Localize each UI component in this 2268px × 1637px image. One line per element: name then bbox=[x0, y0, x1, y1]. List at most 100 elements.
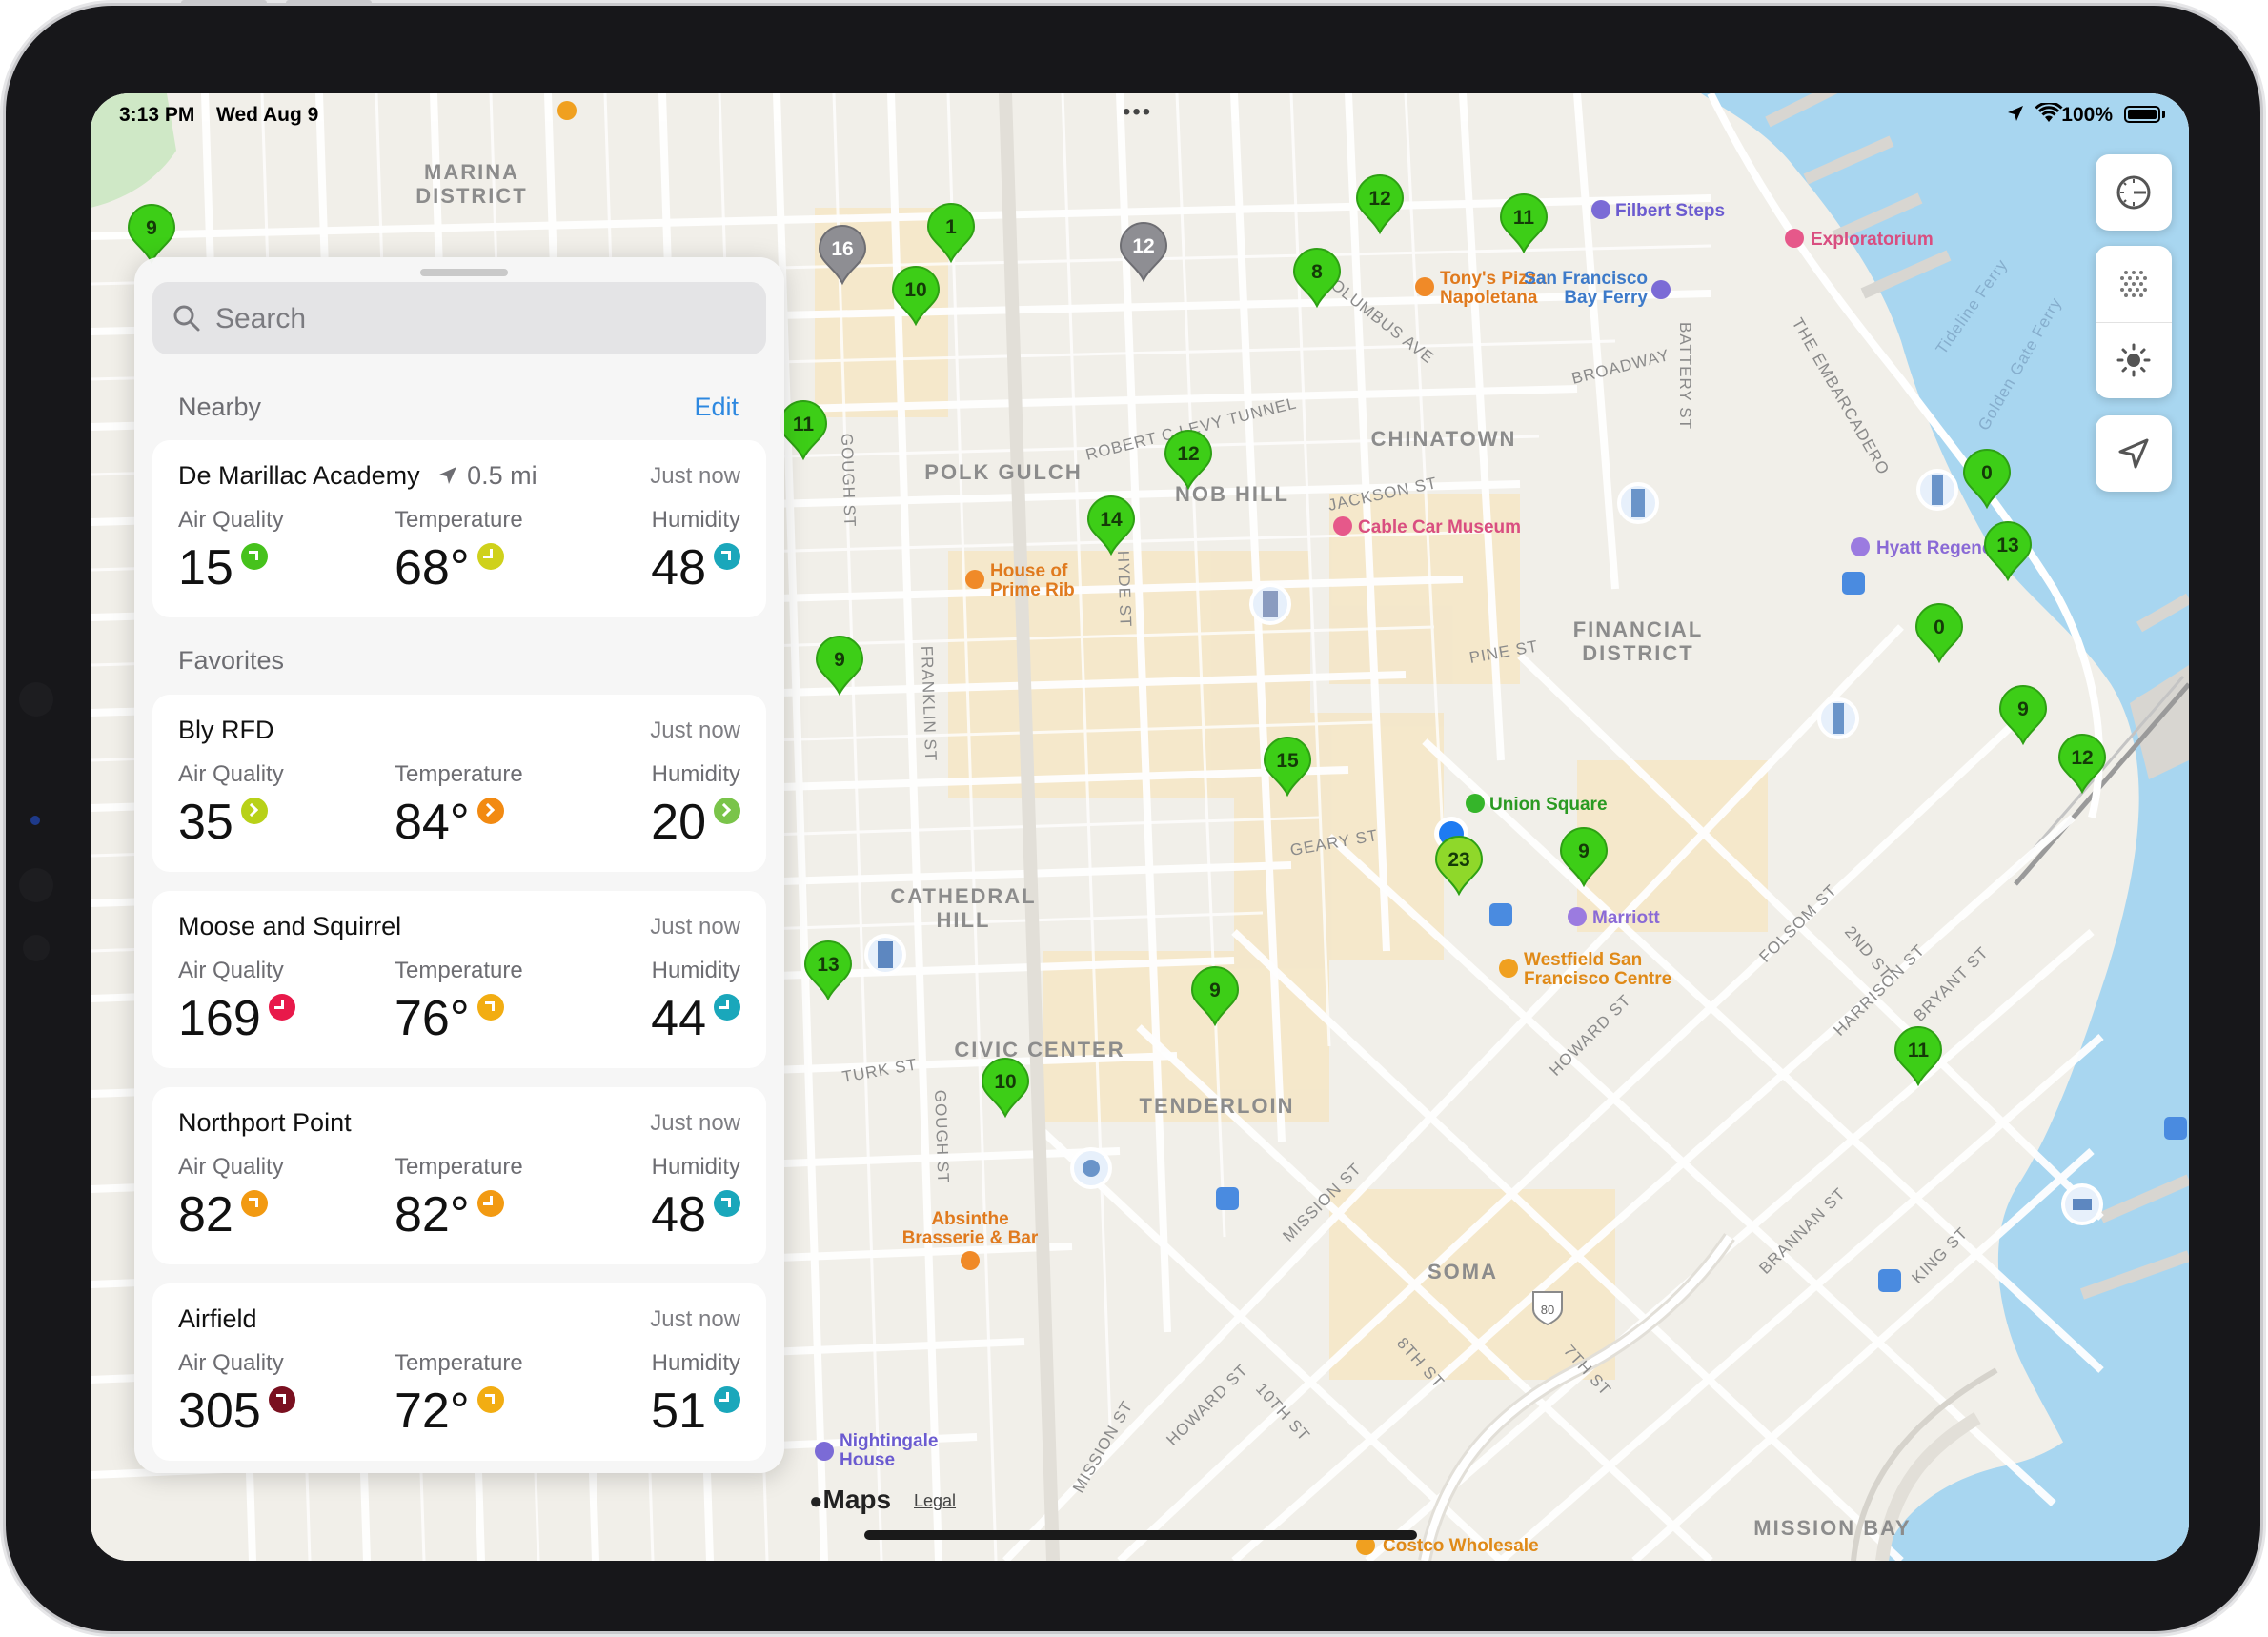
speedometer-icon bbox=[2116, 175, 2151, 210]
trend-up-icon bbox=[240, 543, 268, 570]
temp-value: 84° bbox=[395, 795, 470, 850]
temp-value: 82° bbox=[395, 1187, 470, 1243]
aqi-pin-label: 0 bbox=[1934, 616, 1945, 638]
aqi-pin-label: 11 bbox=[1513, 207, 1535, 229]
search-bar[interactable] bbox=[152, 282, 766, 356]
panel-grabber[interactable] bbox=[420, 269, 508, 276]
legal-link[interactable]: Legal bbox=[914, 1491, 956, 1511]
aq-label: Air Quality bbox=[178, 761, 284, 787]
location-arrow-icon bbox=[439, 467, 457, 484]
nearby-card[interactable]: De Marillac Academy 0.5 mi Just now Air … bbox=[152, 440, 766, 617]
svg-text:GOUGH ST: GOUGH ST bbox=[931, 1089, 952, 1183]
svg-text:Westfield San: Westfield San bbox=[1524, 950, 1642, 970]
updated-time: Just now bbox=[650, 914, 740, 940]
favorite-card[interactable]: Bly RFD Just now Air Quality Temperature… bbox=[152, 695, 766, 872]
svg-text:House: House bbox=[840, 1450, 895, 1470]
svg-text:DISTRICT: DISTRICT bbox=[1582, 641, 1693, 665]
aq-label: Air Quality bbox=[178, 507, 284, 533]
layer-controls bbox=[2096, 246, 2172, 398]
updated-time: Just now bbox=[650, 1110, 740, 1136]
location-name: Airfield bbox=[178, 1304, 257, 1333]
location-arrow-icon bbox=[2118, 438, 2149, 469]
svg-text:Cable Car Museum: Cable Car Museum bbox=[1358, 517, 1521, 537]
wifi-icon bbox=[2035, 103, 2063, 122]
trend-down-icon bbox=[476, 1190, 504, 1217]
home-indicator[interactable] bbox=[864, 1530, 1417, 1540]
aq-value: 15 bbox=[178, 540, 233, 596]
aqi-pin-label: 9 bbox=[146, 217, 157, 239]
multitask-dots[interactable]: ••• bbox=[1123, 99, 1152, 126]
trend-right-icon bbox=[714, 798, 740, 824]
aqi-pin-label: 13 bbox=[1996, 535, 2018, 556]
temp-value: 72° bbox=[395, 1384, 470, 1439]
district-mission-bay: MISSION BAY bbox=[1753, 1516, 1911, 1540]
humidity-label: Humidity bbox=[651, 507, 740, 533]
district-financial: FINANCIAL bbox=[1573, 617, 1704, 641]
aqi-pin-label: 0 bbox=[1981, 462, 1993, 484]
updated-time: Just now bbox=[650, 1306, 740, 1332]
aqi-pin-label: 9 bbox=[834, 649, 845, 671]
humidity-label: Humidity bbox=[651, 761, 740, 787]
favorite-card[interactable]: Northport Point Just now Air Quality Tem… bbox=[152, 1087, 766, 1264]
locations-panel: Nearby Edit De Marillac Academy 0.5 mi J… bbox=[134, 257, 784, 1473]
location-name: Moose and Squirrel bbox=[178, 912, 402, 940]
trend-down-icon bbox=[268, 994, 295, 1021]
svg-text:Marriott: Marriott bbox=[1592, 908, 1660, 928]
svg-text:Exploratorium: Exploratorium bbox=[1811, 230, 1934, 250]
front-camera bbox=[19, 682, 53, 717]
favorite-card[interactable]: Moose and Squirrel Just now Air Quality … bbox=[152, 891, 766, 1068]
svg-text:BATTERY ST: BATTERY ST bbox=[1676, 322, 1694, 430]
location-arrow-icon bbox=[2008, 106, 2023, 121]
aqi-pin-label: 11 bbox=[793, 414, 815, 435]
humidity-value: 48 bbox=[651, 1187, 706, 1243]
trend-right-icon bbox=[476, 798, 504, 824]
svg-text:Union Square: Union Square bbox=[1489, 795, 1608, 815]
svg-text:Brasserie & Bar: Brasserie & Bar bbox=[902, 1228, 1039, 1248]
temp-label: Temperature bbox=[395, 1154, 523, 1180]
temp-label: Temperature bbox=[395, 761, 523, 787]
humidity-label: Humidity bbox=[651, 1350, 740, 1376]
svg-text:Bay Ferry: Bay Ferry bbox=[1564, 288, 1648, 308]
screen: MARINA DISTRICT POLK GULCH NOB HILL CHIN… bbox=[91, 93, 2189, 1561]
battery-icon bbox=[2124, 106, 2160, 123]
svg-text:Absinthe: Absinthe bbox=[931, 1209, 1008, 1229]
aqi-pin-label: 12 bbox=[2071, 747, 2093, 769]
sensor-dot bbox=[30, 816, 40, 825]
edit-button[interactable]: Edit bbox=[694, 393, 739, 422]
aqi-pin-label: 14 bbox=[1100, 509, 1123, 531]
favorite-card[interactable]: Airfield Just now Air Quality Temperatur… bbox=[152, 1283, 766, 1461]
svg-text:HYDE ST: HYDE ST bbox=[1114, 550, 1135, 627]
locate-me-button[interactable] bbox=[2096, 415, 2172, 492]
sun-icon bbox=[2116, 343, 2151, 377]
brightness-toggle[interactable] bbox=[2096, 322, 2172, 398]
aqi-pin-label: 10 bbox=[904, 279, 926, 301]
search-input[interactable] bbox=[213, 282, 751, 356]
heatmap-toggle[interactable] bbox=[2096, 246, 2172, 323]
district-soma: SOMA bbox=[1428, 1260, 1498, 1283]
battery-percent: 100% bbox=[2061, 104, 2113, 126]
humidity-label: Humidity bbox=[651, 1154, 740, 1180]
sensor bbox=[19, 868, 53, 902]
status-time: 3:13 PM bbox=[119, 104, 195, 126]
svg-text:GOUGH ST: GOUGH ST bbox=[838, 433, 859, 527]
apple-logo-icon: ● bbox=[809, 1488, 823, 1514]
trend-up-icon bbox=[476, 994, 504, 1021]
svg-text:HILL: HILL bbox=[937, 908, 991, 932]
trend-up-icon bbox=[240, 1190, 268, 1217]
map-mode-button[interactable] bbox=[2096, 154, 2172, 231]
location-distance: 0.5 mi bbox=[467, 461, 537, 490]
district-nob-hill: NOB HILL bbox=[1175, 482, 1289, 506]
district-civic-center: CIVIC CENTER bbox=[954, 1038, 1124, 1061]
aqi-pin-label: 9 bbox=[2017, 698, 2029, 720]
status-bar: 3:13 PM Wed Aug 9 ••• 100% bbox=[91, 93, 2189, 135]
trend-right-icon bbox=[240, 798, 268, 824]
aq-value: 305 bbox=[178, 1384, 261, 1439]
aq-label: Air Quality bbox=[178, 1154, 284, 1180]
status-date: Wed Aug 9 bbox=[216, 104, 319, 126]
aqi-pin-label: 9 bbox=[1209, 980, 1221, 1001]
location-name: De Marillac Academy bbox=[178, 461, 420, 490]
aqi-pin-label: 10 bbox=[994, 1071, 1016, 1093]
svg-text:House of: House of bbox=[990, 561, 1068, 581]
ipad-frame: MARINA DISTRICT POLK GULCH NOB HILL CHIN… bbox=[6, 6, 2260, 1631]
trend-up-icon bbox=[476, 1386, 504, 1413]
